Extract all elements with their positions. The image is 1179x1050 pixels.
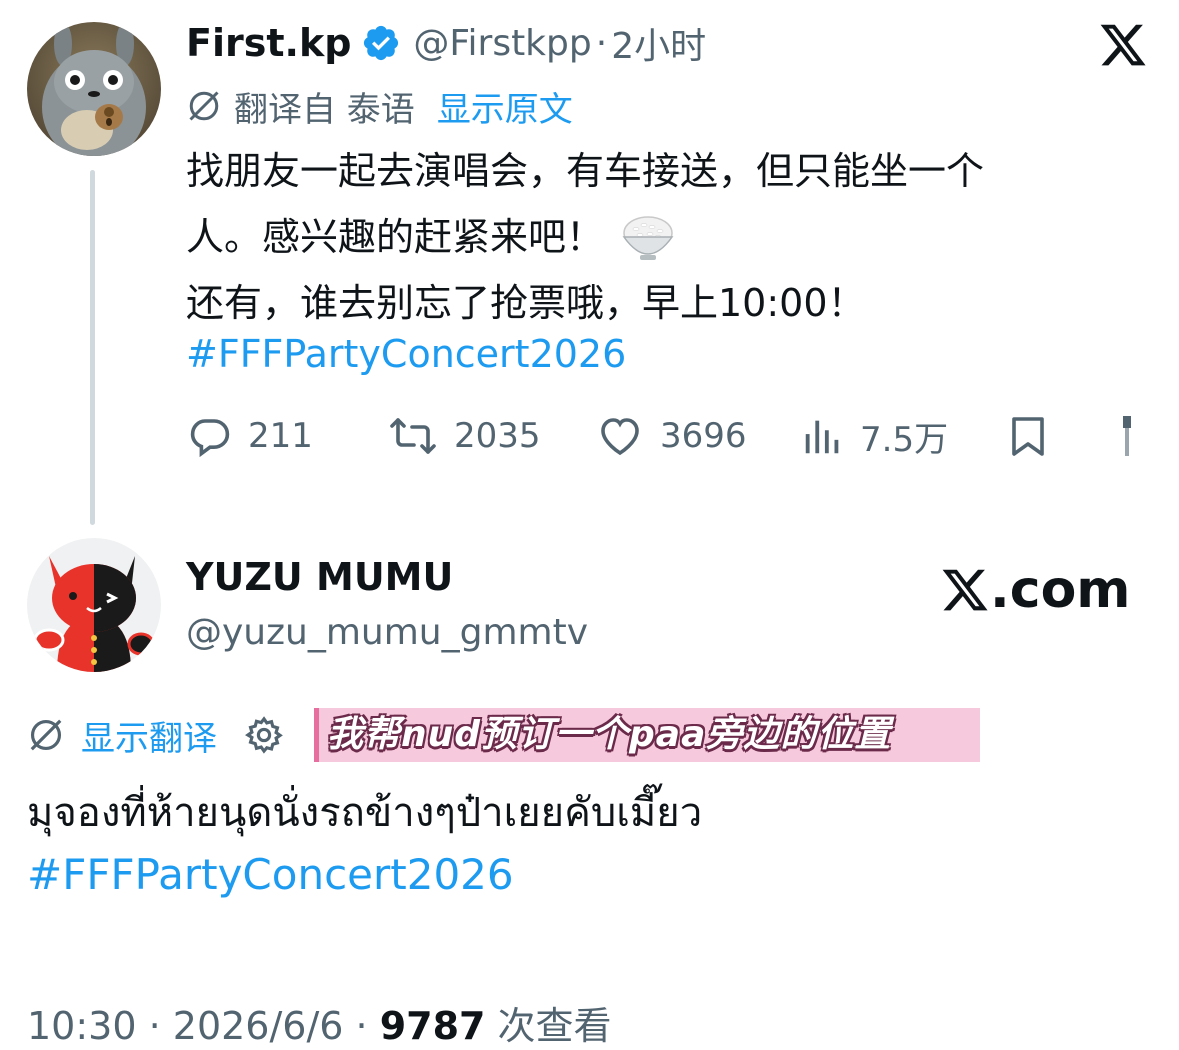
tweet2-body: มุจองที่ห้ายนุดนั่งรถข้างๆป๋าเยยคับเมี๊ย… bbox=[27, 790, 703, 836]
like-icon bbox=[601, 418, 639, 456]
footer-time[interactable]: 10:30 bbox=[27, 1004, 137, 1048]
avatar-first-kp[interactable] bbox=[27, 22, 161, 156]
tweet2-footer: 10:30 · 2026/6/6 · 9787 次查看 bbox=[27, 995, 612, 1050]
translate-icon bbox=[27, 716, 65, 754]
x-com-watermark: .com bbox=[940, 560, 1131, 620]
tweet2-handle[interactable]: @yuzu_mumu_gmmtv bbox=[186, 612, 588, 653]
tweet1-timestamp[interactable]: 2小时 bbox=[611, 17, 706, 69]
x-logo-icon bbox=[942, 569, 988, 611]
totoro-avatar bbox=[27, 22, 161, 156]
tweet1-body: 找朋友一起去演唱会，有车接送，但只能坐一个 人。感兴趣的赶紧来吧！ 还有，谁去别… bbox=[186, 138, 984, 336]
translate-icon bbox=[186, 88, 222, 124]
bookmark-button[interactable] bbox=[1004, 410, 1052, 466]
retweet-count: 2035 bbox=[454, 416, 541, 456]
avatar-yuzu-mumu[interactable] bbox=[27, 538, 161, 672]
tweet1-handle[interactable]: @Firstkpp bbox=[413, 23, 591, 64]
tweet2-translate-row: 显示翻译 bbox=[27, 711, 285, 760]
bookmark-icon bbox=[1012, 417, 1044, 456]
tweet1-line-2: 人。感兴趣的赶紧来吧！ bbox=[186, 215, 605, 259]
show-translation-link[interactable]: 显示翻译 bbox=[81, 711, 217, 760]
tweet1-line-2-row: 人。感兴趣的赶紧来吧！ bbox=[186, 204, 984, 270]
show-original-link[interactable]: 显示原文 bbox=[437, 82, 573, 131]
share-icon bbox=[1123, 416, 1131, 456]
views-count: 7.5万 bbox=[860, 419, 949, 460]
tweet1-author-name[interactable]: First.kp bbox=[186, 21, 351, 65]
footer-date[interactable]: 2026/6/6 bbox=[173, 1004, 344, 1048]
settings-gear-icon[interactable] bbox=[243, 714, 285, 756]
views-icon bbox=[805, 420, 839, 454]
reply-icon bbox=[190, 419, 230, 458]
reply-button[interactable]: 211 bbox=[186, 412, 313, 460]
retweet-button[interactable]: 2035 bbox=[386, 412, 541, 460]
x-com-text: .com bbox=[990, 560, 1131, 620]
translated-from-label: 翻译自 泰语 bbox=[234, 89, 415, 130]
x-logo-icon[interactable] bbox=[1098, 20, 1148, 74]
share-button[interactable] bbox=[1120, 412, 1134, 464]
tweet1-hashtag[interactable]: #FFFPartyConcert2026 bbox=[186, 332, 626, 376]
tweet2-author-name[interactable]: YUZU MUMU bbox=[186, 555, 453, 599]
tweet1-line-3: 还有，谁去别忘了抢票哦，早上10:00！ bbox=[186, 281, 866, 325]
tweet1-translate-row: 翻译自 泰语 显示原文 bbox=[186, 82, 573, 131]
reply-count: 211 bbox=[248, 416, 313, 456]
views-button[interactable]: 7.5万 bbox=[800, 412, 948, 460]
tweet1-line-1: 找朋友一起去演唱会，有车接送，但只能坐一个 bbox=[186, 149, 985, 193]
overlay-caption: 我帮nud预订一个paa旁边的位置 bbox=[314, 708, 980, 762]
verified-badge-icon bbox=[361, 23, 401, 63]
rice-bowl-emoji-icon bbox=[620, 211, 676, 263]
footer-views-count: 9787 bbox=[379, 1004, 486, 1048]
like-button[interactable]: 3696 bbox=[594, 412, 747, 460]
like-count: 3696 bbox=[660, 416, 747, 456]
tweet1-header: First.kp @Firstkpp · 2小时 bbox=[186, 18, 706, 68]
retweet-icon bbox=[390, 418, 436, 454]
footer-sep-2: · bbox=[343, 1004, 380, 1048]
tweet1-separator: · bbox=[595, 22, 608, 64]
footer-sep-1: · bbox=[136, 1004, 173, 1048]
cat-avatar bbox=[27, 538, 161, 672]
tweet2-hashtag[interactable]: #FFFPartyConcert2026 bbox=[27, 850, 514, 899]
thread-connector-line bbox=[90, 170, 95, 525]
footer-views-label: 次查看 bbox=[485, 1004, 612, 1048]
